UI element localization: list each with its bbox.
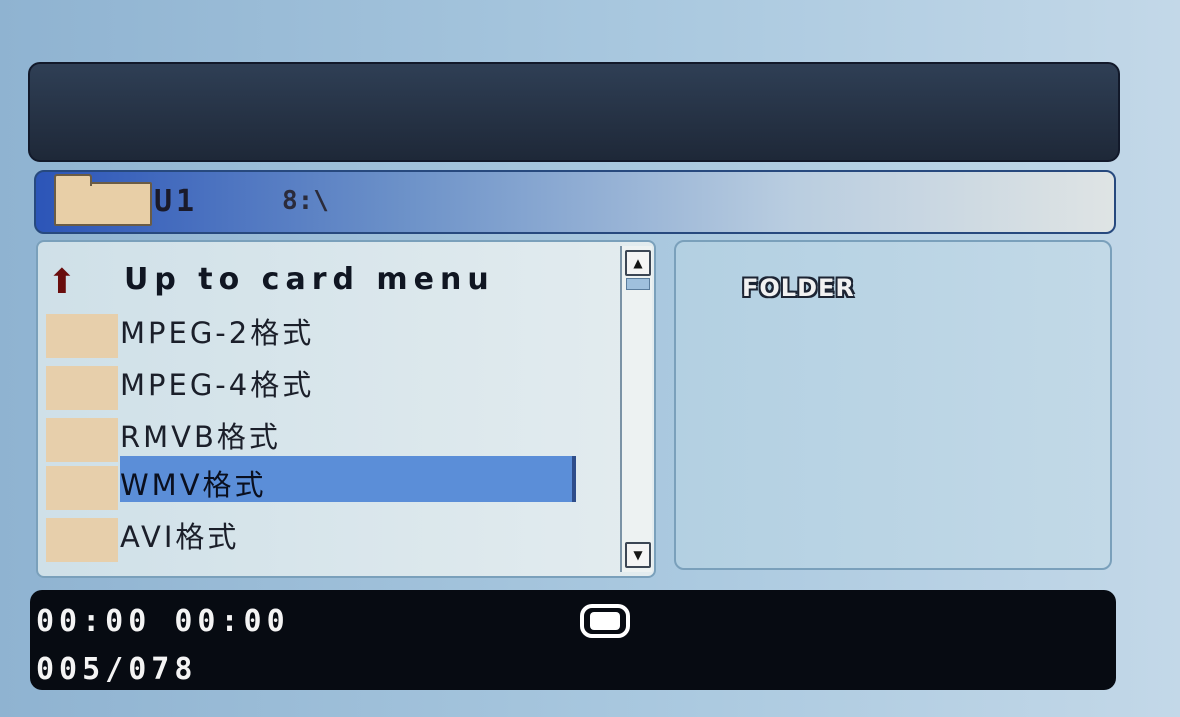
list-item-label: Up to card menu [124, 262, 495, 297]
folder-icon [46, 518, 118, 562]
list-item-label: MPEG-4格式 [120, 368, 315, 402]
scroll-up-icon[interactable]: ▲ [625, 250, 651, 276]
list-item-wmv[interactable]: WMV格式 [38, 456, 616, 510]
folder-icon [46, 466, 118, 510]
list-item-label: AVI格式 [120, 520, 240, 554]
folder-icon [46, 314, 118, 358]
scroll-down-icon[interactable]: ▼ [625, 542, 651, 568]
file-list: ⬆ Up to card menu MPEG-2格式 MPEG-4格式 RMVB… [38, 242, 616, 576]
scroll-thumb[interactable] [626, 278, 650, 290]
folder-icon [46, 366, 118, 410]
drive-label: U1 [154, 184, 199, 219]
list-item-avi[interactable]: AVI格式 [38, 508, 616, 562]
list-item-up-to-card-menu[interactable]: ⬆ Up to card menu [38, 256, 616, 306]
list-item-label: RMVB格式 [120, 420, 281, 454]
list-item-mpeg4[interactable]: MPEG-4格式 [38, 356, 616, 410]
file-counter: 005/078 [36, 652, 198, 687]
status-bar: 00:00 00:00 005/078 [30, 590, 1116, 690]
playback-time: 00:00 00:00 [36, 604, 290, 639]
file-browser-panel: ⬆ Up to card menu MPEG-2格式 MPEG-4格式 RMVB… [36, 240, 656, 578]
list-item-rmvb[interactable]: RMVB格式 [38, 408, 616, 462]
list-item-label: WMV格式 [120, 468, 267, 502]
list-item-label: MPEG-2格式 [120, 316, 315, 350]
scrollbar[interactable]: ▲ ▼ [620, 246, 652, 572]
title-bar [28, 62, 1120, 162]
up-arrow-icon: ⬆ [47, 262, 77, 302]
playback-mode-icon [580, 604, 630, 638]
path-label: 8:\ [282, 186, 329, 216]
path-bar: U1 8:\ [34, 170, 1116, 234]
media-player-screen: U1 8:\ ⬆ Up to card menu MPEG-2格式 MPEG-4… [0, 0, 1180, 717]
folder-icon [54, 174, 152, 226]
list-item-mpeg2[interactable]: MPEG-2格式 [38, 304, 616, 358]
info-panel: FOLDER [674, 240, 1112, 570]
item-type-label: FOLDER [742, 274, 855, 302]
